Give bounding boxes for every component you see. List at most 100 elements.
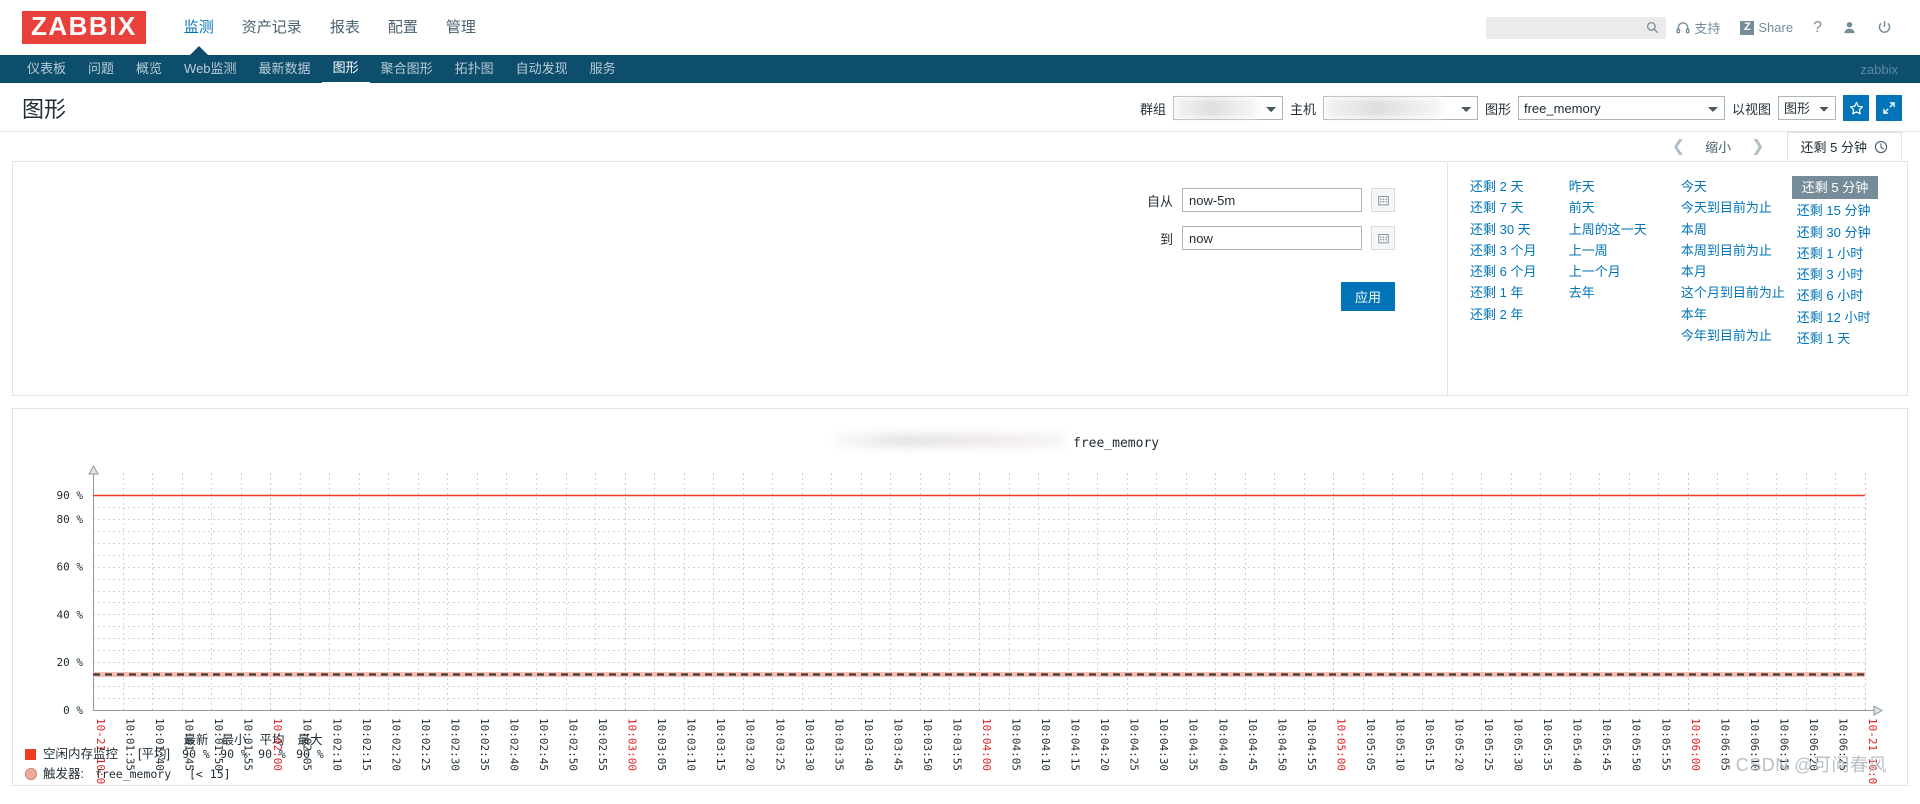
- graph-select[interactable]: free_memory: [1517, 96, 1725, 120]
- svg-text:0 %: 0 %: [63, 704, 83, 717]
- quick-range-link[interactable]: 还剩 1 小时: [1797, 243, 1907, 264]
- header-actions: 支持 Z Share ?: [1486, 15, 1902, 41]
- svg-text:平均: 平均: [259, 733, 284, 747]
- svg-text:10:05:05: 10:05:05: [1364, 718, 1377, 771]
- svg-text:10:05:30: 10:05:30: [1512, 718, 1525, 771]
- subnav-item-services[interactable]: 服务: [579, 55, 627, 83]
- svg-text:10:04:35: 10:04:35: [1187, 718, 1200, 771]
- main-menu-item-administration[interactable]: 管理: [432, 0, 490, 55]
- graph-image[interactable]: free_memory0 %20 %40 %60 %80 %90 %10-21 …: [13, 409, 1907, 785]
- svg-text:10:04:00: 10:04:00: [980, 718, 993, 771]
- quick-range-link[interactable]: 本周到目前为止: [1681, 240, 1797, 261]
- main-menu-item-reports[interactable]: 报表: [316, 0, 374, 55]
- svg-text:10:02:25: 10:02:25: [419, 718, 432, 771]
- quick-range-link-selected[interactable]: 还剩 5 分钟: [1791, 176, 1879, 200]
- zoom-out-button[interactable]: 缩小: [1697, 137, 1739, 156]
- quick-range-link[interactable]: 去年: [1569, 282, 1681, 303]
- quick-range-link[interactable]: 还剩 1 年: [1470, 282, 1569, 303]
- quick-range-link[interactable]: 还剩 6 个月: [1470, 261, 1569, 282]
- zabbix-logo[interactable]: ZABBIX: [22, 11, 146, 44]
- subnav-item-web[interactable]: Web监测: [173, 55, 248, 83]
- quick-range-link[interactable]: 上一个月: [1569, 261, 1681, 282]
- group-select-wrapper[interactable]: [1172, 96, 1283, 120]
- svg-text:90 %: 90 %: [258, 747, 286, 761]
- quick-range-link[interactable]: 今天到目前为止: [1681, 197, 1797, 218]
- share-button[interactable]: Z Share: [1730, 15, 1803, 41]
- watermark-label: CSDN @可问春风: [1735, 755, 1887, 775]
- search-input[interactable]: [1493, 19, 1647, 36]
- subnav-item-graphs[interactable]: 图形: [321, 54, 370, 84]
- subnav-item-problems[interactable]: 问题: [77, 55, 125, 83]
- subnav-item-discovery[interactable]: 自动发现: [505, 55, 579, 83]
- svg-text:10:02:45: 10:02:45: [537, 718, 550, 771]
- support-button[interactable]: 支持: [1666, 15, 1730, 41]
- quick-range-link[interactable]: 还剩 1 天: [1797, 328, 1907, 349]
- quick-range-link[interactable]: 上周的这一天: [1569, 219, 1681, 240]
- subnav-item-overview[interactable]: 概览: [125, 55, 173, 83]
- quick-range-link[interactable]: 本年: [1681, 304, 1797, 325]
- quick-range-link[interactable]: 今天: [1681, 176, 1797, 197]
- host-select[interactable]: [1322, 96, 1478, 120]
- svg-text:10:03:35: 10:03:35: [832, 718, 845, 771]
- sub-navigation: 仪表板 问题 概览 Web监测 最新数据 图形 聚合图形 拓扑图 自动发现 服务…: [0, 54, 1920, 84]
- subnav-item-maps[interactable]: 拓扑图: [444, 55, 505, 83]
- from-input[interactable]: [1182, 188, 1362, 212]
- subnav-item-screens[interactable]: 聚合图形: [370, 55, 444, 83]
- to-input[interactable]: [1182, 226, 1362, 250]
- user-profile-button[interactable]: [1832, 15, 1867, 41]
- search-box[interactable]: [1486, 16, 1667, 39]
- logout-button[interactable]: [1867, 15, 1902, 41]
- quick-range-link[interactable]: 还剩 30 分钟: [1797, 222, 1907, 243]
- svg-text:90 %: 90 %: [57, 489, 84, 502]
- subnav-item-dashboard[interactable]: 仪表板: [16, 55, 77, 83]
- quick-range-link[interactable]: 还剩 7 天: [1470, 197, 1569, 218]
- quick-range-link[interactable]: 还剩 12 小时: [1797, 307, 1907, 328]
- svg-text:[平均]: [平均]: [138, 747, 170, 761]
- from-to-fields: 自从 到: [1143, 188, 1395, 250]
- share-icon: Z: [1740, 20, 1755, 35]
- main-menu-item-configuration[interactable]: 配置: [374, 0, 432, 55]
- quick-range-column-4: 还剩 5 分钟 还剩 15 分钟 还剩 30 分钟 还剩 1 小时 还剩 3 小…: [1791, 176, 1907, 395]
- svg-text:10:03:25: 10:03:25: [773, 718, 786, 771]
- quick-range-link[interactable]: 昨天: [1569, 176, 1681, 197]
- apply-button[interactable]: 应用: [1340, 282, 1395, 311]
- view-as-select[interactable]: 图形: [1778, 96, 1836, 120]
- svg-text:10:03:30: 10:03:30: [803, 718, 816, 771]
- quick-range-link[interactable]: 还剩 2 天: [1470, 176, 1569, 197]
- quick-range-link[interactable]: 上一周: [1569, 240, 1681, 261]
- from-calendar-button[interactable]: [1371, 188, 1395, 212]
- help-button[interactable]: ?: [1803, 15, 1832, 41]
- svg-text:10:03:15: 10:03:15: [714, 718, 727, 771]
- svg-text:触发器:: 触发器:: [43, 766, 84, 781]
- search-icon[interactable]: [1646, 21, 1659, 34]
- main-menu-item-inventory[interactable]: 资产记录: [228, 0, 316, 55]
- time-range-tab[interactable]: 还剩 5 分钟: [1786, 132, 1902, 161]
- host-select-wrapper[interactable]: [1322, 96, 1478, 120]
- time-next-button[interactable]: ❯: [1739, 138, 1776, 155]
- fullscreen-button[interactable]: [1876, 95, 1902, 121]
- svg-text:10:06:05: 10:06:05: [1718, 718, 1731, 771]
- quick-range-link[interactable]: 今年到目前为止: [1681, 325, 1797, 346]
- main-menu-item-monitoring[interactable]: 监测: [170, 0, 228, 55]
- quick-range-link[interactable]: 还剩 2 年: [1470, 304, 1569, 325]
- quick-range-column-2: 昨天 前天 上周的这一天 上一周 上一个月 去年: [1569, 176, 1681, 395]
- svg-text:10:02:35: 10:02:35: [478, 718, 491, 771]
- quick-range-link[interactable]: 还剩 6 小时: [1797, 285, 1907, 306]
- to-calendar-button[interactable]: [1371, 226, 1395, 250]
- svg-text:10:02:15: 10:02:15: [360, 718, 373, 771]
- quick-range-link[interactable]: 还剩 3 个月: [1470, 240, 1569, 261]
- quick-range-link[interactable]: 这个月到目前为止: [1681, 282, 1797, 303]
- time-prev-button[interactable]: ❮: [1660, 138, 1697, 155]
- quick-range-link[interactable]: 本月: [1681, 261, 1797, 282]
- svg-text:最大: 最大: [297, 733, 322, 747]
- favorite-button[interactable]: [1843, 95, 1869, 121]
- group-label: 群组: [1139, 101, 1166, 117]
- quick-range-link[interactable]: 前天: [1569, 197, 1681, 218]
- quick-range-link[interactable]: 还剩 30 天: [1470, 219, 1569, 240]
- subnav-item-latest-data[interactable]: 最新数据: [248, 55, 322, 83]
- svg-text:20 %: 20 %: [57, 656, 84, 669]
- quick-range-link[interactable]: 本周: [1681, 219, 1797, 240]
- quick-range-link[interactable]: 还剩 3 小时: [1797, 264, 1907, 285]
- quick-range-link[interactable]: 还剩 15 分钟: [1797, 200, 1907, 221]
- group-select[interactable]: [1172, 96, 1283, 120]
